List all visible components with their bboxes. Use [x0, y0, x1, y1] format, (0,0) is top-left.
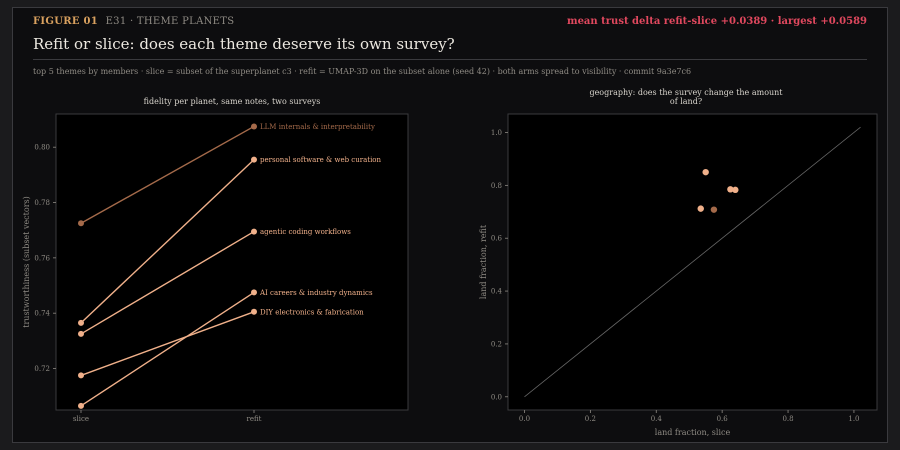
- fidelity-chart-title: fidelity per planet, same notes, two sur…: [144, 97, 321, 106]
- geography-chart-title-line2: of land?: [670, 97, 702, 106]
- geography-chart-title-line1: geography: does the survey change the am…: [589, 88, 783, 97]
- fidelity-y-tick-label: 0.80: [34, 144, 50, 152]
- geography-x-axis-label: land fraction, slice: [655, 428, 731, 437]
- fidelity-y-axis-label: trustworthiness (subset vectors): [22, 196, 31, 327]
- geography-x-tick-label: 0.2: [585, 415, 596, 423]
- fidelity-point-refit: [251, 156, 257, 163]
- geography-y-tick-label: 0.8: [491, 182, 502, 190]
- geography-y-axis-label: land fraction, refit: [479, 224, 488, 299]
- fidelity-series-label: DIY electronics & fabrication: [260, 308, 364, 316]
- geography-scatter-point: [732, 186, 739, 194]
- fidelity-y-tick-label: 0.74: [34, 310, 50, 318]
- geography-x-tick-label: 0.4: [651, 415, 663, 423]
- fidelity-point-slice: [78, 319, 84, 326]
- fidelity-series-label: AI careers & industry dynamics: [259, 289, 373, 297]
- fidelity-series-label: LLM internals & interpretability: [260, 123, 375, 131]
- geography-x-tick-label: 0.6: [717, 415, 729, 423]
- geography-scatter-point: [702, 168, 709, 176]
- fidelity-point-slice: [78, 220, 84, 227]
- fidelity-x-tick-label: slice: [73, 415, 89, 423]
- geography-scatter-point: [710, 206, 718, 213]
- fidelity-point-refit: [251, 228, 257, 235]
- geography-x-tick-label: 1.0: [848, 415, 859, 423]
- fidelity-chart: fidelity per planet, same notes, two sur…: [22, 88, 878, 437]
- fidelity-series-label: personal software & web curation: [260, 156, 382, 164]
- geography-y-tick-label: 0.6: [491, 235, 503, 243]
- fidelity-point-slice: [78, 372, 84, 379]
- geography-y-tick-label: 0.0: [491, 393, 502, 401]
- geography-x-tick-label: 0.0: [519, 415, 530, 423]
- fidelity-y-tick-label: 0.76: [34, 254, 50, 262]
- geography-y-tick-label: 0.4: [491, 288, 503, 296]
- geography-scatter-point: [697, 205, 704, 212]
- fidelity-point-refit: [251, 123, 257, 130]
- fidelity-series-label: agentic coding workflows: [260, 228, 351, 236]
- geography-x-tick-label: 0.8: [782, 415, 793, 423]
- figure-frame: FIGURE 01 E31 · THEME PLANETS mean trust…: [12, 7, 888, 443]
- fidelity-point-refit: [251, 289, 257, 296]
- geography-y-tick-label: 1.0: [491, 129, 502, 137]
- fidelity-point-slice: [78, 330, 84, 337]
- fidelity-point-slice: [78, 402, 84, 409]
- fidelity-y-tick-label: 0.72: [34, 365, 50, 373]
- fidelity-point-refit: [251, 308, 257, 315]
- geography-y-tick-label: 0.2: [491, 340, 502, 348]
- fidelity-x-tick-label: refit: [247, 415, 262, 423]
- fidelity-y-tick-label: 0.78: [34, 199, 50, 207]
